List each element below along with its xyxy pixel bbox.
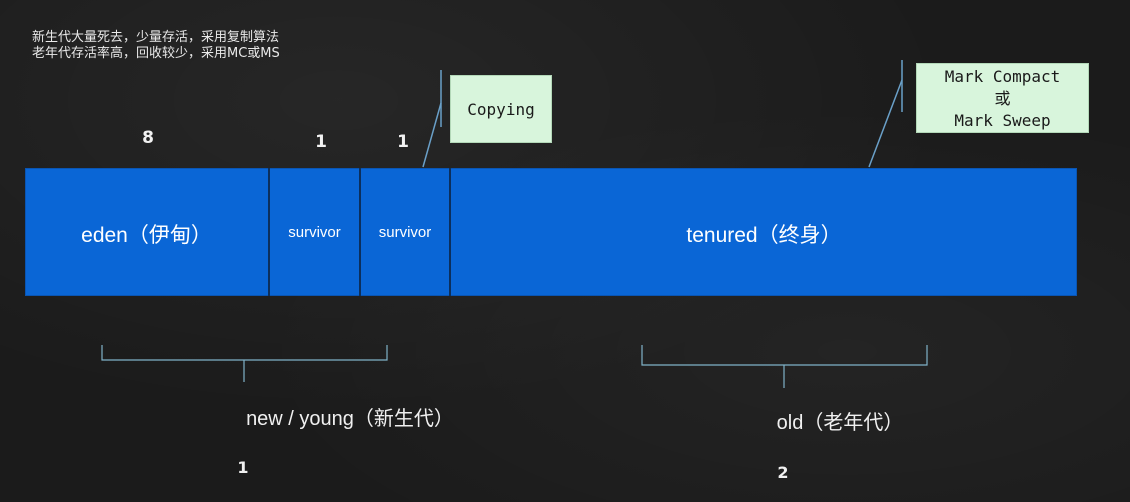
copying-leader-diagonal bbox=[422, 102, 442, 168]
young-generation-ratio: 1 bbox=[237, 458, 249, 477]
young-brace bbox=[101, 345, 388, 382]
young-generation-label: new / young（新生代） bbox=[246, 408, 454, 430]
old-generation-label: old（老年代） bbox=[776, 412, 904, 434]
old-brace bbox=[641, 345, 928, 388]
old-generation-ratio: 2 bbox=[777, 463, 789, 482]
mc-leader-diagonal bbox=[868, 79, 903, 168]
